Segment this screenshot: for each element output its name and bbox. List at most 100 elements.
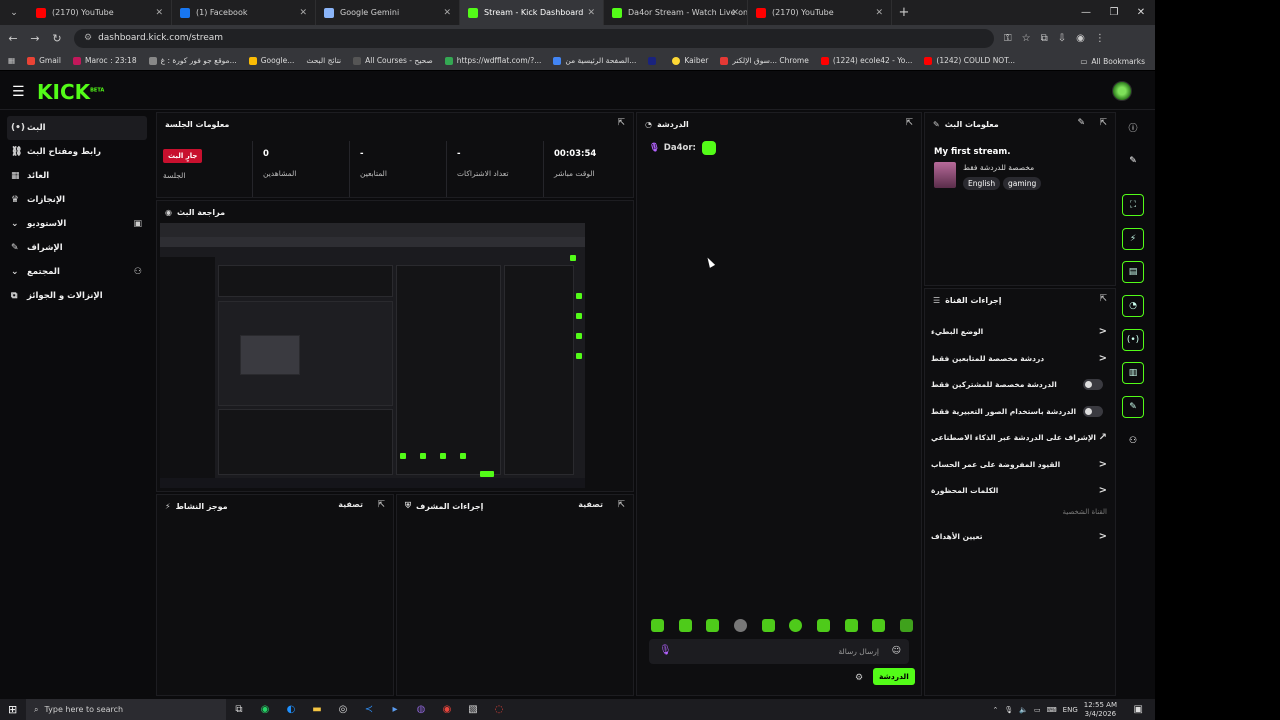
- download-icon[interactable]: ⇩: [1058, 33, 1066, 44]
- vscode-icon[interactable]: ≺: [356, 704, 382, 715]
- apps-grid-icon[interactable]: ▦: [8, 56, 15, 65]
- file-explorer-icon[interactable]: ▬: [304, 704, 330, 715]
- all-bookmarks-button[interactable]: ▭ All Bookmarks: [1080, 51, 1145, 70]
- sidebar-item-stream[interactable]: (•) البث: [7, 116, 147, 140]
- followers-only-item[interactable]: دردشة مخصصة للمتابعين فقط >: [931, 350, 1107, 366]
- emote-icon[interactable]: [872, 619, 886, 632]
- menu-dots-icon[interactable]: ⋮: [1095, 33, 1105, 44]
- browser-tab-active[interactable]: Stream - Kick Dashboard ✕: [460, 0, 604, 25]
- bookmark[interactable]: Kaiber: [672, 56, 708, 65]
- banned-words-item[interactable]: الكلمات المحظورة >: [931, 482, 1107, 498]
- record-icon[interactable]: ◌: [486, 704, 512, 715]
- volume-icon[interactable]: 🔈: [1019, 706, 1028, 714]
- minimize-button[interactable]: —: [1072, 0, 1100, 25]
- popout-icon[interactable]: ⇱: [1099, 118, 1107, 128]
- layers-icon[interactable]: ▥: [1122, 362, 1144, 384]
- users-icon[interactable]: ⚇: [1122, 430, 1144, 452]
- windows-start-icon[interactable]: ⊞: [8, 703, 17, 716]
- info-icon[interactable]: ⓘ: [1122, 116, 1144, 138]
- bookmark[interactable]: [648, 56, 660, 65]
- chat-username[interactable]: Da4or:: [664, 143, 696, 153]
- whatsapp-icon[interactable]: ◉: [252, 704, 278, 715]
- forward-icon[interactable]: →: [24, 32, 46, 45]
- hamburger-menu-icon[interactable]: ☰: [12, 84, 25, 100]
- chat-send-button[interactable]: الدردشة: [873, 668, 915, 685]
- emote-icon[interactable]: [844, 619, 858, 632]
- profile-avatar-icon[interactable]: ◉: [1076, 33, 1085, 44]
- bookmark[interactable]: All Courses - صحيح: [353, 56, 433, 65]
- new-tab-button[interactable]: +: [892, 5, 916, 20]
- task-view-icon[interactable]: ⧉: [226, 704, 252, 715]
- emote-icon[interactable]: [733, 619, 747, 632]
- close-window-button[interactable]: ✕: [1127, 0, 1155, 25]
- browser-tab[interactable]: (1) Facebook ✕: [172, 0, 316, 25]
- sidebar-item-revenue[interactable]: ▦ العائد: [0, 164, 154, 188]
- chat-bubble-icon[interactable]: ◔: [1122, 295, 1144, 317]
- expand-icon[interactable]: ⛶: [1122, 194, 1144, 216]
- popout-icon[interactable]: ⇱: [617, 500, 625, 510]
- emote-icon[interactable]: [678, 619, 692, 632]
- account-age-item[interactable]: القيود المفروضة على عمر الحساب >: [931, 456, 1107, 472]
- language-indicator[interactable]: ENG: [1063, 706, 1078, 714]
- chat-settings-icon[interactable]: ⚙: [855, 673, 863, 683]
- emote-icon[interactable]: [899, 619, 913, 632]
- filter-button[interactable]: تصفية: [338, 500, 363, 509]
- app-icon[interactable]: ▧: [460, 704, 486, 715]
- notification-icon[interactable]: ▣: [1134, 704, 1143, 715]
- lightning-icon[interactable]: ⚡: [1122, 228, 1144, 250]
- slow-mode-item[interactable]: الوضع البطيء >: [931, 323, 1107, 339]
- emote-icon[interactable]: [651, 619, 664, 632]
- user-avatar[interactable]: [1112, 81, 1132, 101]
- popout-icon[interactable]: ⇱: [905, 118, 913, 128]
- chevron-up-icon[interactable]: ⌃: [992, 706, 998, 714]
- emote-icon[interactable]: [706, 619, 720, 632]
- set-goals-item[interactable]: تعيين الأهداف >: [931, 528, 1107, 544]
- bookmark[interactable]: الصفحة الرئيسية من...: [553, 56, 636, 65]
- popout-icon[interactable]: ⇱: [617, 118, 625, 128]
- extensions-icon[interactable]: ⧉: [1041, 33, 1048, 44]
- powershell-icon[interactable]: ▸: [382, 704, 408, 715]
- taskbar-search[interactable]: ⌕ Type here to search: [26, 699, 226, 720]
- bookmark[interactable]: (1224) ecole42 - Yo...: [820, 56, 912, 65]
- bookmark[interactable]: موقع جو فور كورة : غ...: [148, 56, 237, 65]
- subscribers-only-toggle[interactable]: [1083, 378, 1103, 390]
- bookmark[interactable]: (1242) COULD NOT...: [924, 56, 1015, 65]
- emotes-only-toggle[interactable]: [1083, 405, 1103, 417]
- close-icon[interactable]: ✕: [299, 8, 307, 18]
- sidebar-item-moderation[interactable]: ✎ الإشراف: [0, 236, 154, 260]
- close-icon[interactable]: ✕: [155, 8, 163, 18]
- tab-search-button[interactable]: ⌄: [0, 0, 28, 25]
- edit-icon[interactable]: ✎: [1122, 150, 1144, 172]
- broadcast-icon[interactable]: (•): [1122, 329, 1144, 351]
- chat-input[interactable]: 🎙 إرسال رسالة ☺: [649, 639, 909, 664]
- reload-icon[interactable]: ↻: [46, 32, 68, 45]
- keyboard-icon[interactable]: ⌨: [1047, 706, 1057, 714]
- bookmark[interactable]: سوق الإلكتر... Chrome: [720, 56, 809, 65]
- bookmark-star-icon[interactable]: ☆: [1022, 33, 1031, 44]
- close-icon[interactable]: ✕: [731, 8, 739, 18]
- sidebar-item-stream-key[interactable]: ⛓ رابط ومفتاح البث: [0, 140, 154, 164]
- obs-icon[interactable]: ◎: [330, 704, 356, 715]
- close-icon[interactable]: ✕: [875, 8, 883, 18]
- emote-icon[interactable]: [761, 619, 775, 632]
- stream-preview-video[interactable]: [160, 223, 585, 488]
- emoji-icon[interactable]: ☺: [892, 646, 901, 656]
- sidebar-item-studio[interactable]: ⌄ الاستوديو ▣: [0, 212, 154, 236]
- bookmark[interactable]: https://wdfflat.com/?...: [444, 56, 541, 65]
- password-key-icon[interactable]: ⚿: [1004, 33, 1012, 44]
- clock[interactable]: 12:55 AM 3/4/2026: [1084, 701, 1117, 719]
- back-icon[interactable]: ←: [2, 32, 24, 45]
- browser-tab[interactable]: Google Gemini ✕: [316, 0, 460, 25]
- bookmark[interactable]: Google...: [248, 56, 294, 65]
- emote-icon[interactable]: [816, 619, 830, 632]
- kick-logo[interactable]: KICKBETA: [37, 80, 104, 104]
- sidebar-item-achievements[interactable]: ♛ الإنجازات: [0, 188, 154, 212]
- edge-icon[interactable]: ◐: [278, 704, 304, 715]
- microphone-icon[interactable]: 🎙: [1004, 706, 1013, 714]
- maximize-button[interactable]: ❐: [1100, 0, 1128, 25]
- close-icon[interactable]: ✕: [443, 8, 451, 18]
- edit-icon[interactable]: ✎: [1077, 118, 1085, 128]
- close-icon[interactable]: ✕: [587, 8, 595, 18]
- url-input[interactable]: ⚙ dashboard.kick.com/stream: [74, 28, 994, 48]
- browser-tab[interactable]: (2170) YouTube ✕: [748, 0, 892, 25]
